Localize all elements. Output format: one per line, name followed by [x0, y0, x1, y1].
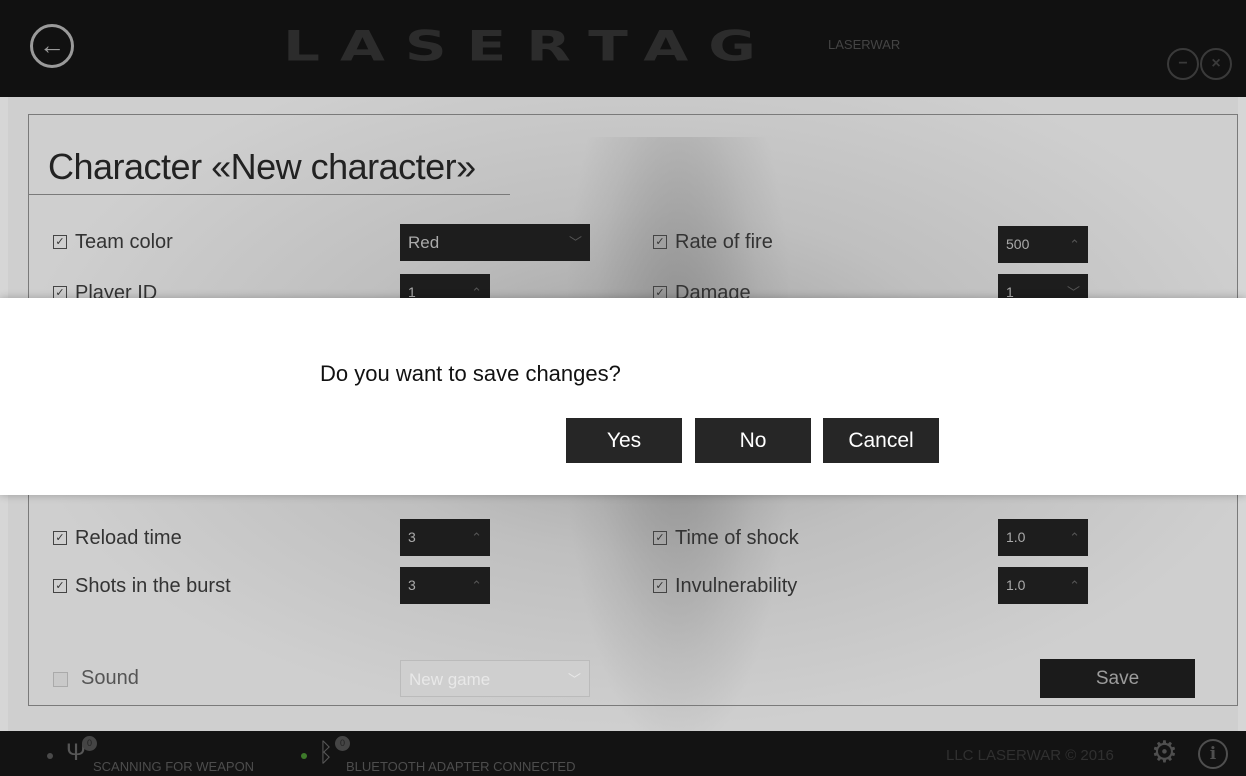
weapon-count-badge: 0 — [82, 736, 97, 751]
cancel-button[interactable]: Cancel — [823, 418, 939, 463]
reload-time-stepper[interactable]: 3 ⌃ — [400, 519, 490, 556]
back-arrow-icon[interactable]: ← — [30, 24, 74, 68]
info-icon[interactable]: i — [1198, 739, 1228, 769]
close-icon[interactable]: × — [1200, 48, 1232, 80]
app-logo: LASERTAG — [283, 21, 776, 71]
time-of-shock-label: Time of shock — [675, 527, 799, 549]
title-bar: ← LASERTAG LASERWAR − × — [0, 0, 1246, 97]
stepper-arrows-icon[interactable]: ⌃ — [1069, 226, 1080, 263]
chevron-down-icon: ﹀ — [567, 672, 581, 687]
rate-of-fire-label: Rate of fire — [675, 231, 773, 253]
shots-in-burst-stepper[interactable]: 3 ⌃ — [400, 567, 490, 604]
invulnerability-checkbox[interactable]: ✓ — [653, 579, 667, 593]
app-window: ← LASERTAG LASERWAR − × Character «New c… — [0, 0, 1246, 776]
shots-in-burst-label: Shots in the burst — [75, 575, 231, 597]
weapon-status-text: SCANNING FOR WEAPON — [93, 759, 255, 774]
team-color-dropdown[interactable]: Red ﹀ — [400, 224, 590, 261]
bluetooth-status-text: BLUETOOTH ADAPTER CONNECTED — [346, 759, 576, 774]
time-of-shock-value: 1.0 — [1006, 529, 1026, 545]
reload-time-value: 3 — [408, 529, 416, 545]
rate-of-fire-checkbox[interactable]: ✓ — [653, 235, 667, 249]
shots-in-burst-value: 3 — [408, 577, 416, 593]
save-changes-dialog: Do you want to save changes? Yes No Canc… — [0, 298, 1246, 495]
stepper-arrows-icon[interactable]: ⌃ — [471, 567, 482, 604]
stepper-arrows-icon[interactable]: ⌃ — [1069, 567, 1080, 604]
invulnerability-value: 1.0 — [1006, 577, 1026, 593]
sound-dropdown[interactable]: New game ﹀ — [400, 660, 590, 697]
rate-of-fire-stepper[interactable]: 500 ⌃ — [998, 226, 1088, 263]
stepper-arrows-icon[interactable]: ⌃ — [471, 519, 482, 556]
invulnerability-stepper[interactable]: 1.0 ⌃ — [998, 567, 1088, 604]
rate-of-fire-value: 500 — [1006, 236, 1030, 252]
sound-value: New game — [409, 670, 491, 689]
no-button[interactable]: No — [695, 418, 811, 463]
time-of-shock-checkbox[interactable]: ✓ — [653, 531, 667, 545]
team-color-label: Team color — [75, 231, 173, 253]
chevron-down-icon: ﹀ — [568, 235, 582, 250]
save-button[interactable]: Save — [1040, 659, 1195, 698]
invulnerability-label: Invulnerability — [675, 575, 798, 597]
gear-icon[interactable]: ⚙ — [1151, 738, 1181, 768]
sound-label: Sound — [81, 667, 139, 689]
yes-button[interactable]: Yes — [566, 418, 682, 463]
reload-time-checkbox[interactable]: ✓ — [53, 531, 67, 545]
weapon-status-dot — [47, 753, 53, 759]
bluetooth-status-dot — [301, 753, 307, 759]
sound-checkbox[interactable] — [53, 672, 68, 687]
time-of-shock-stepper[interactable]: 1.0 ⌃ — [998, 519, 1088, 556]
reload-time-label: Reload time — [75, 527, 182, 549]
team-color-value: Red — [408, 233, 440, 252]
bluetooth-count-badge: 0 — [335, 736, 350, 751]
bluetooth-icon: ᛒ — [318, 737, 334, 767]
copyright-text: LLC LASERWAR © 2016 — [946, 747, 1114, 764]
dialog-question: Do you want to save changes? — [320, 361, 621, 386]
shots-in-burst-checkbox[interactable]: ✓ — [53, 579, 67, 593]
brand-label: LASERWAR — [828, 37, 901, 52]
minimize-icon[interactable]: − — [1167, 48, 1199, 80]
status-bar: Ψ 0 SCANNING FOR WEAPON ᛒ 0 BLUETOOTH AD… — [0, 731, 1246, 776]
page-title: Character «New character» — [48, 146, 476, 187]
title-divider — [28, 194, 510, 195]
stepper-arrows-icon[interactable]: ⌃ — [1069, 519, 1080, 556]
team-color-checkbox[interactable]: ✓ — [53, 235, 67, 249]
